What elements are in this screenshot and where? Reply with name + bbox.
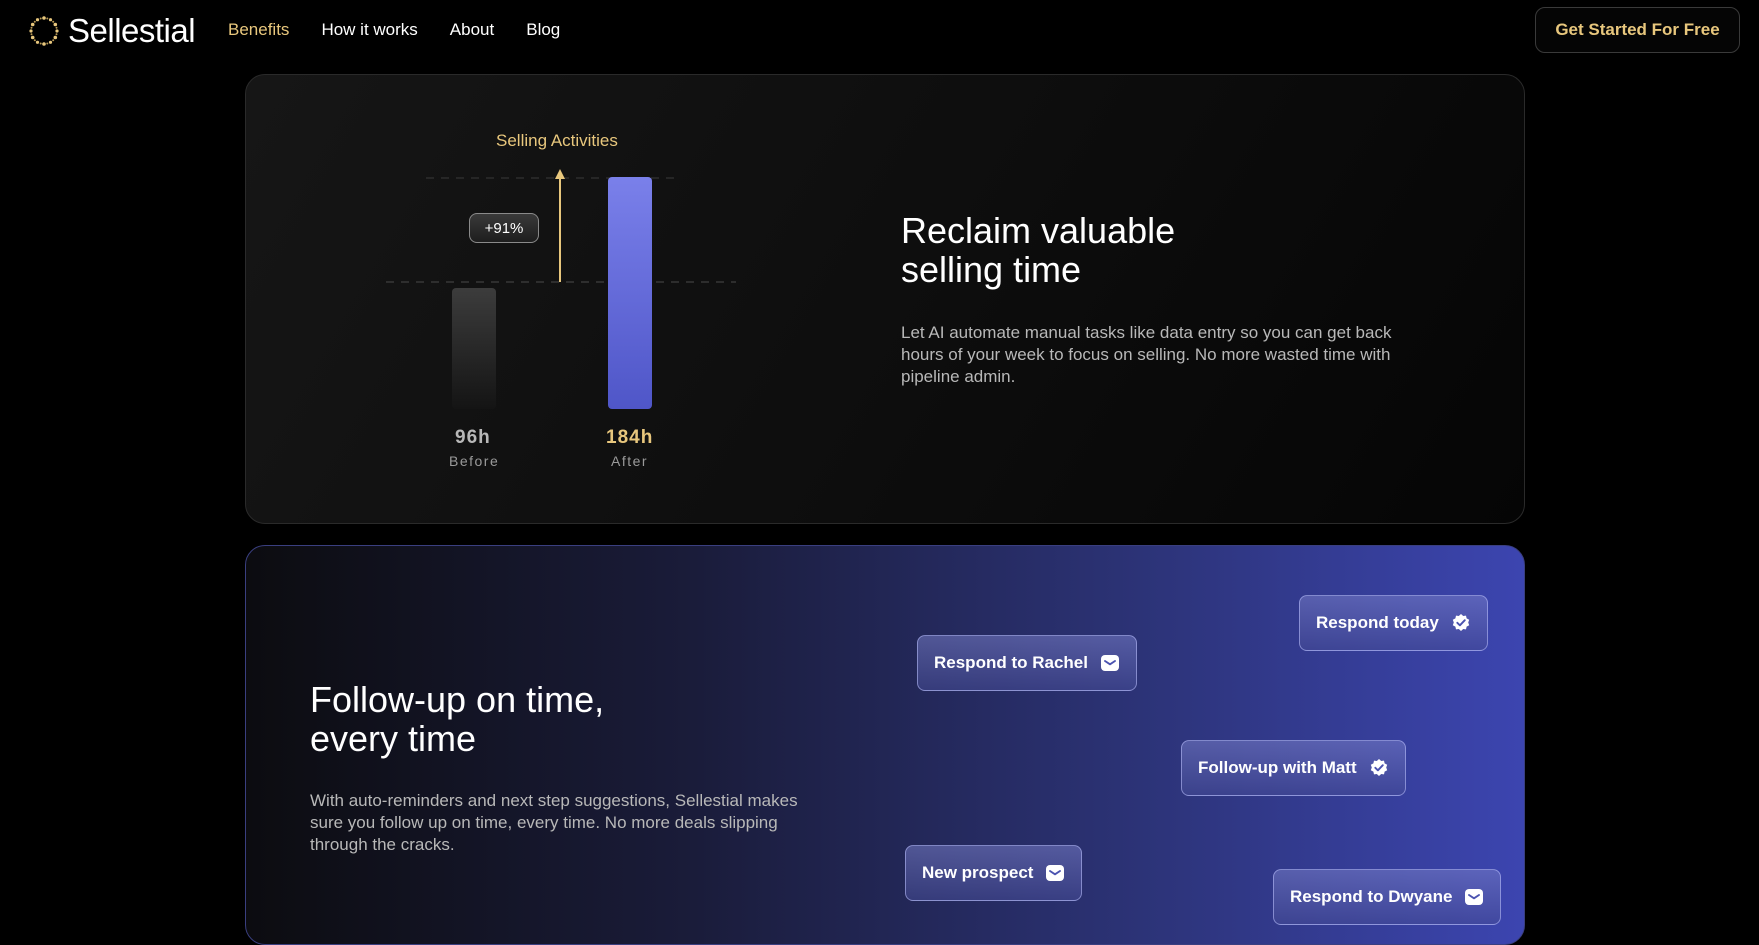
chip-respond-to-rachel[interactable]: Respond to Rachel [917,635,1137,691]
heading-line-2: selling time [901,249,1082,290]
selling-activities-chart [386,169,736,409]
chip-label: Follow-up with Matt [1198,758,1357,777]
follow-up-heading: Follow-up on time, every time [310,680,604,758]
nav-link-how-it-works[interactable]: How it works [321,20,417,40]
chip-respond-to-dwyane[interactable]: Respond to Dwyane [1273,869,1502,925]
mail-icon [1100,655,1119,671]
selling-time-heading: Reclaim valuable selling time [901,211,1175,289]
chip-label: New prospect [922,863,1034,882]
nav-link-about[interactable]: About [450,20,494,40]
bar-label-before: Before [449,453,500,469]
chip-label: Respond to Rachel [934,653,1088,672]
chip-respond-today[interactable]: Respond today [1299,595,1488,651]
brand-name: Sellestial [68,12,196,49]
bar-after [608,177,652,409]
chip-new-prospect[interactable]: New prospect [905,845,1083,901]
get-started-button[interactable]: Get Started For Free [1535,7,1740,53]
follow-up-card: Follow-up on time, every time With auto-… [245,545,1525,945]
mail-icon [1465,889,1484,905]
selling-time-card: Selling Activities +91% 96h Before 184h … [245,74,1525,524]
badge-check-icon [1370,759,1387,776]
follow-up-body: With auto-reminders and next step sugges… [310,791,798,854]
mail-icon [1046,865,1065,881]
chip-follow-up-with-matt[interactable]: Follow-up with Matt [1181,740,1406,796]
heading-line-2: every time [310,718,477,759]
heading-line-1: Follow-up on time, [310,679,605,720]
brand-logo[interactable]: Sellestial [28,12,196,49]
top-nav: Sellestial Benefits How it works About B… [0,0,1759,62]
badge-check-icon [1452,614,1469,631]
bar-label-after: After [611,453,649,469]
nav-links: Benefits How it works About Blog [228,20,560,40]
nav-link-blog[interactable]: Blog [526,20,560,40]
chip-label: Respond today [1316,613,1439,632]
selling-time-body: Let AI automate manual tasks like data e… [901,323,1392,386]
heading-line-1: Reclaim valuable [901,210,1176,251]
nav-link-benefits[interactable]: Benefits [228,20,289,40]
bar-before [452,287,496,409]
bar-value-before: 96h [455,427,491,448]
bar-value-after: 184h [606,427,654,448]
change-badge: +91% [469,213,539,243]
chip-label: Respond to Dwyane [1290,887,1453,906]
growth-arrow-head [555,169,565,179]
logo-icon [29,16,59,46]
